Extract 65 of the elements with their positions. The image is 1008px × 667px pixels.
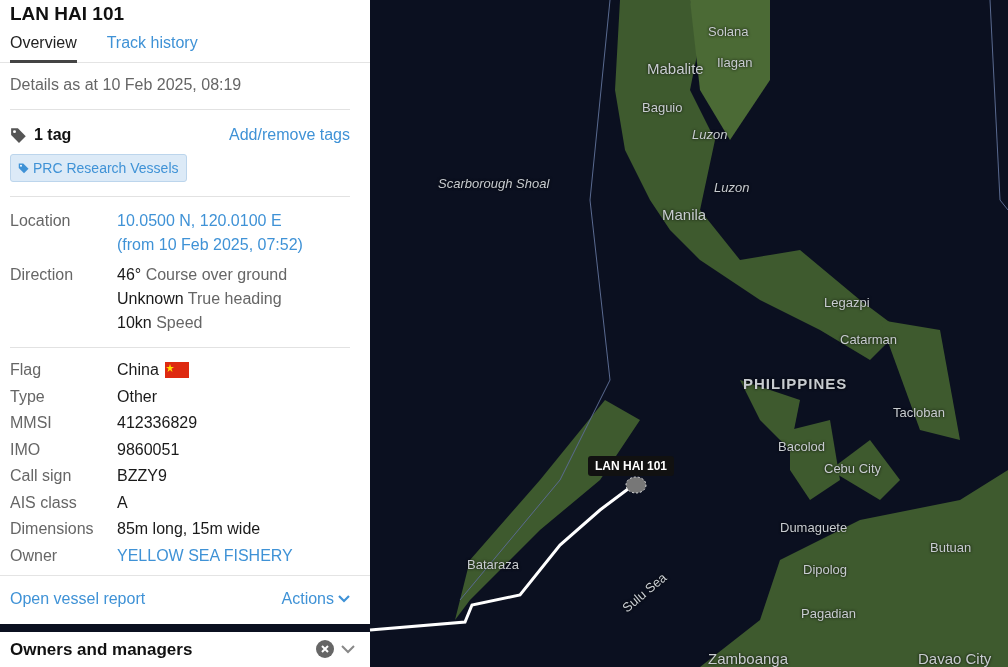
map-place-label: Cebu City <box>824 461 882 476</box>
reading-value: 10kn <box>117 314 152 331</box>
add-remove-tags-link[interactable]: Add/remove tags <box>229 126 350 144</box>
chevron-down-icon <box>338 595 350 603</box>
reading-value: 46° <box>117 266 142 283</box>
clear-icon[interactable] <box>316 640 334 658</box>
map-place-label: Luzon <box>692 127 728 142</box>
tag-icon <box>18 162 30 174</box>
reading-caption: Course over ground <box>145 266 288 283</box>
tab[interactable]: Track history <box>106 32 198 63</box>
map-place-label: Manila <box>662 206 707 223</box>
panel-title: Owners and managers <box>10 640 193 661</box>
property-value: A <box>117 492 129 513</box>
map-place-label: Mabalite <box>647 60 704 77</box>
map-place-label: Pagadian <box>801 606 856 621</box>
vessel-map-label: LAN HAI 101 <box>588 456 675 476</box>
map-place-label: Baguio <box>642 100 683 115</box>
map-place-label: Bacolod <box>778 439 825 454</box>
property-value: China <box>117 360 159 380</box>
tags-icon <box>10 126 28 144</box>
map-place-label: Ilagan <box>717 55 753 70</box>
map-place-label: Tacloban <box>893 405 946 420</box>
property-value: BZZY9 <box>117 466 168 486</box>
location-link[interactable]: 10.0500 N, 120.0100 E <box>117 211 350 231</box>
property-value: Other <box>117 386 158 407</box>
property-label: MMSI <box>10 413 53 433</box>
property-label: Dimensions <box>10 519 95 539</box>
property-label: Location <box>10 211 72 231</box>
vessel-name: LAN HAI 101 <box>10 2 126 26</box>
tab[interactable]: Overview <box>10 32 77 63</box>
open-vessel-report-link[interactable]: Open vessel report <box>10 590 146 608</box>
map-place-label: Dipolog <box>803 562 848 577</box>
tag-chip[interactable]: PRC Research Vessels <box>10 154 187 182</box>
map-place-label: Solana <box>708 24 749 39</box>
tag-count: 1 tag <box>34 126 72 144</box>
map-place-label: Dumaguete <box>780 520 848 535</box>
flag-icon <box>164 362 189 378</box>
map-place-label: Bataraza <box>467 557 520 572</box>
actions-menu[interactable]: Actions <box>281 590 350 608</box>
property-label: Call sign <box>10 466 73 486</box>
property-value: 412336829 <box>117 413 199 433</box>
location-link[interactable]: (from 10 Feb 2025, 07:52) <box>117 235 350 255</box>
vessel-marker-icon[interactable] <box>625 476 647 494</box>
map-place-label: Sulu Sea <box>619 569 670 616</box>
property-value: 9860051 <box>117 439 181 460</box>
map-place-label: Zamboanga <box>708 650 789 667</box>
map-place-label: Legazpi <box>824 295 870 310</box>
property-label: AIS class <box>10 492 78 513</box>
map-place-label: Catarman <box>840 332 898 347</box>
property-label: Direction <box>10 265 75 285</box>
map-place-label: Luzon <box>714 180 750 195</box>
property-label: Type <box>10 386 46 407</box>
details-date: Details as at 10 Feb 2025, 08:19 <box>10 75 243 95</box>
reading-value: Unknown <box>117 290 184 307</box>
property-label: Owner <box>10 545 59 566</box>
reading-caption: True heading <box>187 290 282 307</box>
map-place-label: Davao City <box>918 650 992 667</box>
map-place-label: Scarborough Shoal <box>438 176 550 191</box>
property-label: Flag <box>10 360 43 380</box>
property-value: 85m long, 15m wide <box>117 519 262 539</box>
property-label: IMO <box>10 439 42 460</box>
map-place-label: Butuan <box>930 540 972 555</box>
reading-caption: Speed <box>156 314 203 331</box>
owner-link[interactable]: YELLOW SEA FISHERY <box>117 545 350 566</box>
map-place-label: PHILIPPINES <box>743 375 848 392</box>
